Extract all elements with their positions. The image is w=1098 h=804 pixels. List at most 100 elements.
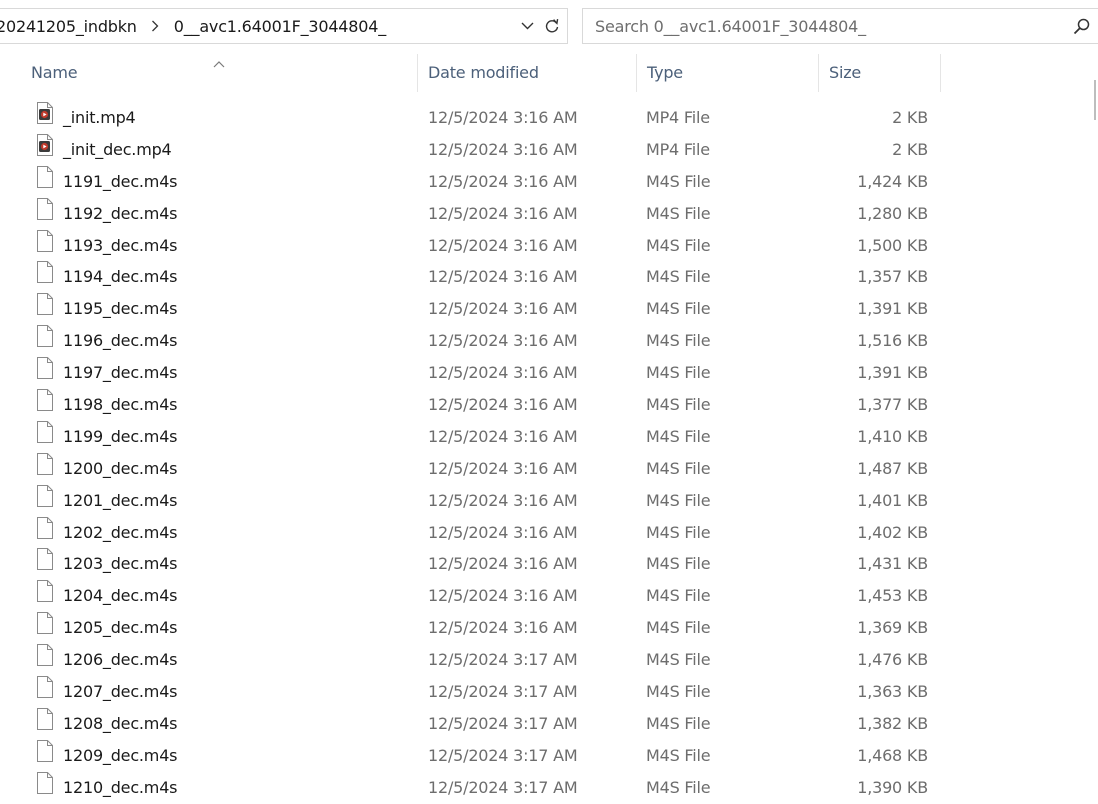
file-name[interactable]: _init.mp4: [63, 102, 136, 133]
video-file-icon: [36, 102, 54, 124]
search-input[interactable]: [595, 9, 1035, 43]
file-row[interactable]: 1210_dec.m4s 12/5/2024 3:17 AM M4S File 1,3…: [0, 771, 1090, 804]
file-date-modified: 12/5/2024 3:16 AM: [428, 426, 578, 446]
file-date-modified: 12/5/2024 3:16 AM: [428, 490, 578, 510]
search-icon: [1073, 18, 1089, 34]
file-row[interactable]: 1200_dec.m4s 12/5/2024 3:16 AM M4S File 1,4…: [0, 452, 1090, 485]
breadcrumb: 20241205_indbkn 0__avc1.64001F_3044804_: [0, 9, 386, 43]
file-name[interactable]: 1200_dec.m4s: [63, 453, 178, 484]
column-divider[interactable]: [818, 54, 819, 92]
file-name[interactable]: 1203_dec.m4s: [63, 548, 178, 579]
file-row[interactable]: 1205_dec.m4s 12/5/2024 3:16 AM M4S File 1,3…: [0, 612, 1090, 644]
vertical-scrollbar[interactable]: [1090, 54, 1098, 798]
file-type: M4S File: [646, 490, 711, 510]
file-row[interactable]: 1209_dec.m4s 12/5/2024 3:17 AM M4S File 1,4…: [0, 739, 1090, 772]
column-divider[interactable]: [636, 54, 637, 92]
file-size: 1,357 KB: [857, 267, 928, 287]
file-name[interactable]: 1194_dec.m4s: [63, 261, 178, 292]
file-size: 1,369 KB: [857, 618, 928, 638]
file-row[interactable]: 1192_dec.m4s 12/5/2024 3:16 AM M4S File 1,2…: [0, 197, 1090, 230]
file-icon: [36, 771, 54, 794]
column-header-date-modified[interactable]: Date modified: [428, 54, 539, 92]
file-row[interactable]: 1199_dec.m4s 12/5/2024 3:16 AM M4S File 1,4…: [0, 420, 1090, 453]
file-row[interactable]: _init_dec.mp4 12/5/2024 3:16 AM MP4 File 2 …: [0, 133, 1090, 166]
file-name[interactable]: 1202_dec.m4s: [63, 517, 178, 548]
column-header-name[interactable]: Name: [31, 54, 78, 92]
file-date-modified: 12/5/2024 3:16 AM: [428, 235, 578, 255]
file-icon: [36, 293, 54, 316]
column-header-type[interactable]: Type: [647, 54, 683, 92]
file-name[interactable]: 1205_dec.m4s: [63, 612, 178, 643]
file-type: M4S File: [646, 299, 711, 319]
column-headers: Name Date modified Type Size: [0, 54, 1098, 92]
file-row[interactable]: 1197_dec.m4s 12/5/2024 3:16 AM M4S File 1,3…: [0, 357, 1090, 389]
file-name[interactable]: 1192_dec.m4s: [63, 198, 178, 229]
file-name[interactable]: 1206_dec.m4s: [63, 644, 178, 675]
file-row[interactable]: 1206_dec.m4s 12/5/2024 3:17 AM M4S File 1,4…: [0, 644, 1090, 676]
file-row[interactable]: 1195_dec.m4s 12/5/2024 3:16 AM M4S File 1,3…: [0, 293, 1090, 325]
address-bar[interactable]: 20241205_indbkn 0__avc1.64001F_3044804_: [0, 8, 568, 44]
file-type: MP4 File: [646, 139, 710, 159]
file-type: M4S File: [646, 426, 711, 446]
file-row[interactable]: 1193_dec.m4s 12/5/2024 3:16 AM M4S File 1,5…: [0, 229, 1090, 262]
file-icon: [36, 707, 54, 730]
file-date-modified: 12/5/2024 3:16 AM: [428, 331, 578, 351]
file-name[interactable]: 1191_dec.m4s: [63, 166, 178, 197]
file-name[interactable]: 1196_dec.m4s: [63, 325, 178, 356]
file-size: 1,516 KB: [857, 331, 928, 351]
refresh-button[interactable]: [538, 9, 566, 43]
file-row[interactable]: 1208_dec.m4s 12/5/2024 3:17 AM M4S File 1,3…: [0, 707, 1090, 740]
file-row[interactable]: 1194_dec.m4s 12/5/2024 3:16 AM M4S File 1,3…: [0, 261, 1090, 293]
scrollbar-thumb[interactable]: [1094, 80, 1096, 120]
file-row[interactable]: 1202_dec.m4s 12/5/2024 3:16 AM M4S File 1,4…: [0, 516, 1090, 549]
file-size: 1,487 KB: [857, 458, 928, 478]
file-type: M4S File: [646, 650, 711, 670]
file-size: 1,391 KB: [857, 299, 928, 319]
file-row[interactable]: 1201_dec.m4s 12/5/2024 3:16 AM M4S File 1,4…: [0, 484, 1090, 517]
search-button[interactable]: [1067, 9, 1095, 43]
file-icon: [36, 420, 54, 443]
file-icon: [36, 197, 54, 220]
column-header-size[interactable]: Size: [829, 54, 861, 92]
file-name[interactable]: 1208_dec.m4s: [63, 708, 178, 739]
address-history-dropdown-button[interactable]: [516, 9, 538, 43]
file-row[interactable]: 1191_dec.m4s 12/5/2024 3:16 AM M4S File 1,4…: [0, 165, 1090, 198]
file-name[interactable]: 1201_dec.m4s: [63, 485, 178, 516]
file-row[interactable]: 1198_dec.m4s 12/5/2024 3:16 AM M4S File 1,3…: [0, 389, 1090, 421]
file-name[interactable]: 1210_dec.m4s: [63, 772, 178, 803]
file-name[interactable]: 1199_dec.m4s: [63, 421, 178, 452]
file-size: 1,500 KB: [857, 235, 928, 255]
breadcrumb-item-current[interactable]: 0__avc1.64001F_3044804_: [174, 17, 386, 36]
video-file-icon: [36, 133, 54, 156]
file-size: 1,390 KB: [857, 777, 928, 797]
file-name[interactable]: 1207_dec.m4s: [63, 676, 178, 707]
file-name[interactable]: 1193_dec.m4s: [63, 230, 178, 261]
file-icon: [36, 644, 54, 667]
file-type: M4S File: [646, 235, 711, 255]
file-icon: [36, 484, 54, 507]
file-icon: [36, 739, 54, 762]
file-icon: [36, 357, 54, 380]
file-type: M4S File: [646, 171, 711, 191]
file-row[interactable]: 1203_dec.m4s 12/5/2024 3:16 AM M4S File 1,4…: [0, 548, 1090, 580]
file-row[interactable]: 1204_dec.m4s 12/5/2024 3:16 AM M4S File 1,4…: [0, 580, 1090, 612]
breadcrumb-separator-icon[interactable]: [151, 20, 159, 32]
file-name[interactable]: 1209_dec.m4s: [63, 740, 178, 771]
file-row[interactable]: 1207_dec.m4s 12/5/2024 3:17 AM M4S File 1,3…: [0, 676, 1090, 708]
column-divider[interactable]: [940, 54, 941, 92]
file-name[interactable]: 1195_dec.m4s: [63, 293, 178, 324]
column-divider[interactable]: [417, 54, 418, 92]
file-date-modified: 12/5/2024 3:16 AM: [428, 139, 578, 159]
file-date-modified: 12/5/2024 3:16 AM: [428, 395, 578, 415]
file-name[interactable]: 1197_dec.m4s: [63, 357, 178, 388]
file-name[interactable]: _init_dec.mp4: [63, 134, 172, 165]
file-name[interactable]: 1204_dec.m4s: [63, 580, 178, 611]
file-type: M4S File: [646, 618, 711, 638]
file-date-modified: 12/5/2024 3:16 AM: [428, 618, 578, 638]
file-name[interactable]: 1198_dec.m4s: [63, 389, 178, 420]
breadcrumb-item-parent[interactable]: 20241205_indbkn: [0, 17, 137, 36]
file-row[interactable]: 1196_dec.m4s 12/5/2024 3:16 AM M4S File 1,5…: [0, 325, 1090, 357]
file-size: 1,410 KB: [857, 426, 928, 446]
file-date-modified: 12/5/2024 3:16 AM: [428, 363, 578, 383]
file-row[interactable]: _init.mp4 12/5/2024 3:16 AM MP4 File 2 KB: [0, 102, 1090, 134]
